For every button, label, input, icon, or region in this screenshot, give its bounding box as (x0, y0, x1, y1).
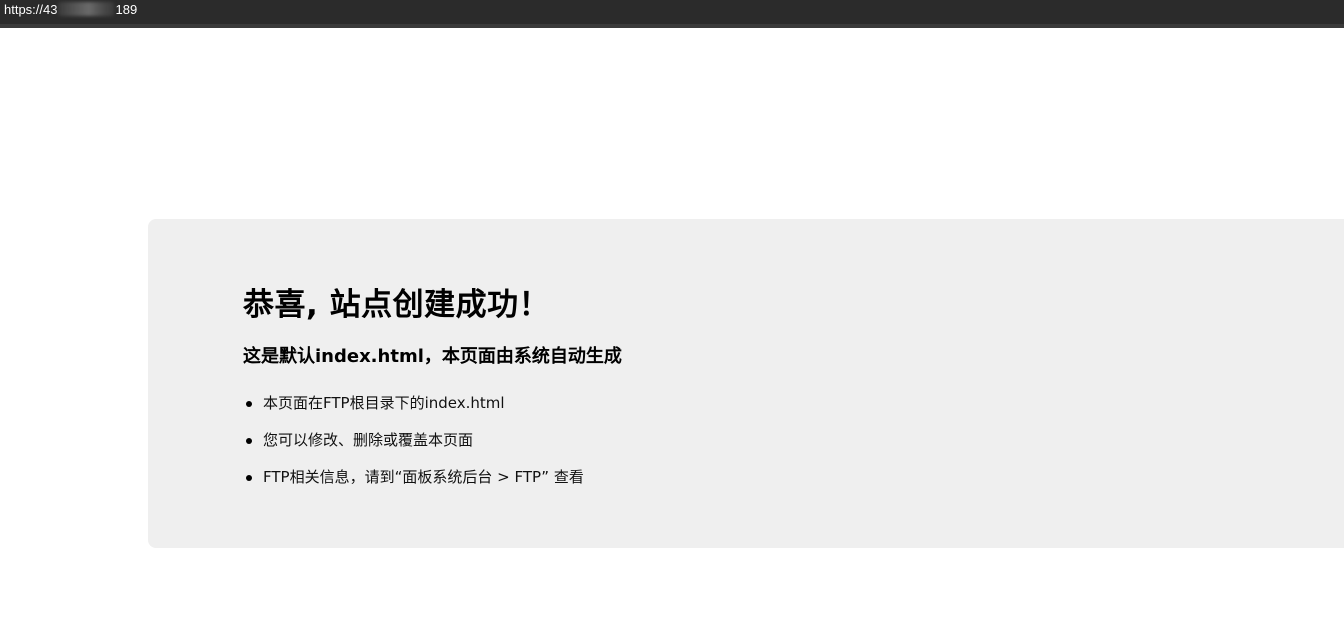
browser-address-bar[interactable]: https://43 189 (0, 0, 1344, 25)
bullet-icon (246, 401, 252, 407)
url-start: https://43 (4, 2, 58, 17)
list-item-text: 您可以修改、删除或覆盖本页面 (263, 431, 474, 449)
page-title: 恭喜, 站点创建成功！ (243, 287, 551, 323)
redacted-url-segment (58, 2, 115, 16)
page-subtitle: 这是默认index.html，本页面由系统自动生成 (243, 346, 622, 367)
url-end: 189 (115, 2, 138, 17)
bullet-icon (246, 475, 252, 481)
toolbar-divider (0, 24, 1344, 28)
bullet-icon (246, 438, 252, 444)
list-item-text: 本页面在FTP根目录下的index.html (263, 394, 505, 412)
welcome-card: 恭喜, 站点创建成功！ 这是默认index.html，本页面由系统自动生成 本页… (148, 219, 1344, 548)
list-item-text: FTP相关信息，请到“面板系统后台 > FTP” 查看 (263, 468, 584, 486)
address-url[interactable]: https://43 189 (4, 1, 137, 19)
